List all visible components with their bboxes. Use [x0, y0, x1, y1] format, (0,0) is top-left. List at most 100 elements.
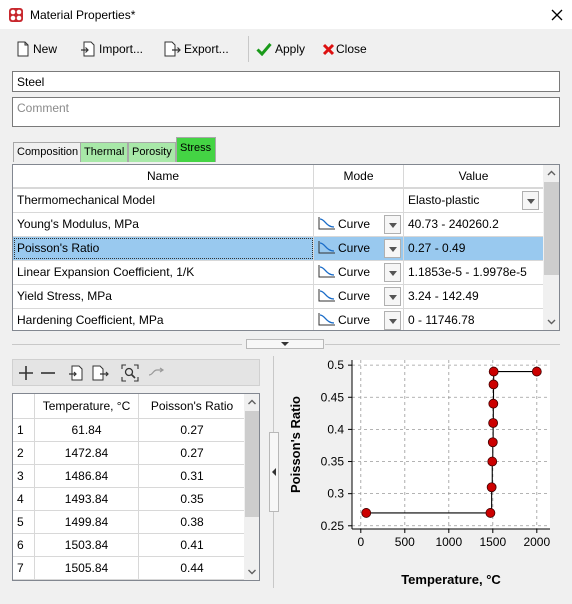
property-value-combo[interactable]: Elasto-plastic [404, 189, 543, 212]
chevron-down-icon[interactable] [384, 239, 401, 258]
data-point[interactable] [486, 482, 497, 493]
property-value: 40.73 - 240260.2 [408, 217, 499, 231]
ratio-cell[interactable]: 0.41 [139, 534, 245, 556]
row-number-header [13, 394, 35, 418]
table-row[interactable]: 7 1505.84 0.44 [13, 557, 245, 580]
window-close-button[interactable] [545, 3, 569, 27]
scroll-up-icon[interactable] [244, 394, 259, 411]
chevron-down-icon[interactable] [384, 215, 401, 234]
link-curve-icon[interactable] [147, 364, 165, 385]
property-table-scrollbar[interactable] [543, 165, 559, 330]
mode-label: Curve [338, 289, 371, 303]
material-name-input[interactable]: Steel [12, 71, 560, 92]
vertical-splitter-handle[interactable] [269, 432, 279, 512]
import-curve-icon[interactable] [67, 364, 85, 385]
comment-input[interactable]: Comment [12, 97, 560, 127]
property-row[interactable]: Young's Modulus, MPa Curve 40.73 - 24026… [13, 213, 543, 237]
data-point[interactable] [488, 379, 499, 390]
ratio-cell[interactable]: 0.44 [139, 557, 245, 579]
splitter-line-right [325, 344, 560, 345]
x-tick-label: 0 [357, 535, 364, 549]
column-header-poissons-ratio[interactable]: Poisson's Ratio [139, 394, 245, 418]
chevron-down-icon[interactable] [384, 263, 401, 282]
table-row[interactable]: 3 1486.84 0.31 [13, 465, 245, 488]
apply-button[interactable]: Apply [256, 37, 305, 61]
mode-label: Curve [338, 313, 371, 327]
property-mode-combo[interactable]: Curve [314, 213, 404, 236]
import-icon [80, 41, 96, 57]
ratio-cell[interactable]: 0.35 [139, 488, 245, 510]
data-point[interactable] [487, 456, 498, 467]
temperature-cell[interactable]: 61.84 [35, 419, 139, 441]
ratio-cell[interactable]: 0.38 [139, 511, 245, 533]
data-point[interactable] [485, 508, 496, 518]
tab-thermal[interactable]: Thermal [80, 142, 129, 162]
column-header-temperature[interactable]: Temperature, °C [35, 394, 139, 418]
scroll-down-icon[interactable] [244, 563, 259, 580]
property-row[interactable]: Thermomechanical Model Elasto-plastic [13, 189, 543, 213]
data-point[interactable] [488, 366, 499, 377]
scroll-thumb[interactable] [245, 411, 259, 517]
data-point[interactable] [487, 437, 498, 448]
column-header-value[interactable]: Value [404, 165, 543, 188]
x-tick-label: 500 [395, 535, 415, 549]
temperature-cell[interactable]: 1499.84 [35, 511, 139, 533]
chevron-down-icon[interactable] [384, 287, 401, 306]
add-point-icon[interactable] [17, 364, 35, 385]
remove-point-icon[interactable] [39, 364, 57, 385]
zoom-fit-icon[interactable] [121, 364, 139, 385]
export-curve-icon[interactable] [91, 364, 109, 385]
property-mode-combo[interactable]: Curve [314, 261, 404, 284]
chevron-down-icon[interactable] [522, 191, 539, 210]
property-row[interactable]: Linear Expansion Coefficient, 1/K Curve … [13, 261, 543, 285]
table-row[interactable]: 5 1499.84 0.38 [13, 511, 245, 534]
close-button[interactable]: Close [322, 37, 367, 61]
export-button[interactable]: Export... [164, 37, 229, 61]
chevron-down-icon[interactable] [384, 311, 401, 330]
column-header-mode[interactable]: Mode [314, 165, 404, 188]
table-row[interactable]: 6 1503.84 0.41 [13, 534, 245, 557]
ratio-cell[interactable]: 0.31 [139, 465, 245, 487]
x-tick-label: 2000 [523, 535, 550, 549]
property-value: 3.24 - 142.49 [408, 289, 479, 303]
scroll-thumb[interactable] [544, 182, 559, 275]
data-point[interactable] [361, 508, 372, 518]
data-point[interactable] [488, 418, 499, 428]
new-button[interactable]: New [16, 37, 57, 61]
ratio-cell[interactable]: 0.27 [139, 442, 245, 464]
import-button[interactable]: Import... [80, 37, 143, 61]
tab-porosity[interactable]: Porosity [128, 142, 176, 162]
poissons-ratio-chart: 0 500 1000 1500 2000 0.25 0.3 0.35 0.4 0.45 0.5 Te… [288, 358, 550, 587]
table-row[interactable]: 2 1472.84 0.27 [13, 442, 245, 465]
property-mode-combo[interactable]: Curve [314, 285, 404, 308]
tab-composition[interactable]: Composition [13, 142, 83, 162]
title-bar: Material Properties* [0, 0, 572, 30]
tab-stress[interactable]: Stress [176, 137, 216, 162]
temperature-cell[interactable]: 1503.84 [35, 534, 139, 556]
property-row[interactable]: Hardening Coefficient, MPa Curve 0 - 117… [13, 309, 543, 330]
scroll-down-icon[interactable] [543, 313, 559, 330]
property-mode-combo[interactable]: Curve [314, 309, 404, 330]
row-number: 6 [13, 534, 35, 556]
splitter-collapse-button[interactable] [246, 339, 324, 349]
import-label: Import... [99, 42, 144, 56]
ratio-cell[interactable]: 0.27 [139, 419, 245, 441]
property-row-selected[interactable]: Poisson's Ratio Curve 0.27 - 0.49 [13, 237, 543, 261]
temperature-cell[interactable]: 1493.84 [35, 488, 139, 510]
data-point[interactable] [488, 398, 499, 409]
property-row[interactable]: Yield Stress, MPa Curve 3.24 - 142.49 [13, 285, 543, 309]
export-icon [164, 41, 181, 57]
temperature-cell[interactable]: 1486.84 [35, 465, 139, 487]
column-header-name[interactable]: Name [13, 165, 314, 188]
table-row[interactable]: 4 1493.84 0.35 [13, 488, 245, 511]
temperature-cell[interactable]: 1472.84 [35, 442, 139, 464]
temperature-cell[interactable]: 1505.84 [35, 557, 139, 579]
property-mode-combo[interactable]: Curve [314, 237, 404, 260]
data-point[interactable] [531, 366, 542, 377]
x-tick-label: 1500 [479, 535, 506, 549]
scroll-up-icon[interactable] [543, 165, 559, 182]
curve-toolbar [12, 359, 260, 386]
red-x-icon [322, 43, 335, 56]
curve-table-scrollbar[interactable] [244, 394, 259, 580]
table-row[interactable]: 1 61.84 0.27 [13, 419, 245, 442]
